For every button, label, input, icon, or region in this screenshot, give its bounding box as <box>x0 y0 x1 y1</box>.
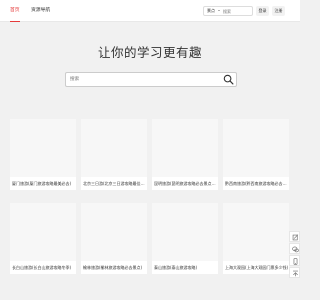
login-button[interactable]: 登录 <box>256 6 269 16</box>
article-thumbnail[interactable] <box>81 119 147 177</box>
back-to-top-button[interactable] <box>289 267 300 278</box>
phone-icon <box>293 258 298 265</box>
article-title[interactable]: 长白山旅游(长白山旅游攻略冬季) <box>12 265 76 271</box>
article-grid: 厦门旅游(厦门旅游攻略最美必去) 北京三日游(北京三日游攻略最佳路线) 昆明旅游… <box>0 115 300 300</box>
article-title[interactable]: 榆林旅游(榆林旅游攻略必去景点) <box>83 265 147 271</box>
edit-icon <box>292 234 299 241</box>
top-icon <box>293 270 298 277</box>
article-card[interactable]: 上海大观园(上海大观园门票多少钱) <box>223 203 289 274</box>
top-search-box: 景点 <box>203 6 253 16</box>
top-navbar: 首页 资源导航 景点 登录 注册 <box>0 0 300 23</box>
article-card[interactable]: 昆明旅游(昆明旅游攻略必去景点排名) <box>152 119 218 190</box>
article-title[interactable]: 泰山旅游(泰山旅游攻略) <box>154 265 218 271</box>
article-card[interactable]: 黔西南旅游(黔西南旅游攻略必去景点) <box>223 119 289 190</box>
article-thumbnail[interactable] <box>152 203 218 261</box>
article-card[interactable]: 榆林旅游(榆林旅游攻略必去景点) <box>81 203 147 274</box>
search-icon[interactable] <box>223 74 234 85</box>
nav-resources[interactable]: 资源导航 <box>31 5 50 17</box>
article-title[interactable]: 上海大观园(上海大观园门票多少钱) <box>225 265 289 271</box>
search-scope-select[interactable]: 景点 <box>207 7 215 15</box>
wechat-button[interactable] <box>289 243 300 254</box>
wechat-icon <box>292 246 299 253</box>
feedback-button[interactable] <box>289 231 300 242</box>
article-thumbnail[interactable] <box>10 203 76 261</box>
article-thumbnail[interactable] <box>223 119 289 177</box>
article-thumbnail[interactable] <box>152 119 218 177</box>
article-thumbnail[interactable] <box>223 203 289 261</box>
hero-search-input[interactable] <box>70 73 220 86</box>
hero-section: 让你的学习更有趣 <box>0 22 300 115</box>
nav-home[interactable]: 首页 <box>10 5 20 23</box>
phone-button[interactable] <box>289 255 300 266</box>
floating-toolbar <box>289 231 300 279</box>
article-thumbnail[interactable] <box>10 119 76 177</box>
article-title[interactable]: 北京三日游(北京三日游攻略最佳路线) <box>83 181 147 187</box>
hero-search-box <box>65 72 237 87</box>
article-thumbnail[interactable] <box>81 203 147 261</box>
hero-title: 让你的学习更有趣 <box>97 45 202 60</box>
article-card[interactable]: 长白山旅游(长白山旅游攻略冬季) <box>10 203 76 274</box>
chevron-down-icon[interactable] <box>218 10 220 11</box>
article-title[interactable]: 昆明旅游(昆明旅游攻略必去景点排名) <box>154 181 218 187</box>
article-card[interactable]: 泰山旅游(泰山旅游攻略) <box>152 203 218 274</box>
article-card[interactable]: 北京三日游(北京三日游攻略最佳路线) <box>81 119 147 190</box>
article-title[interactable]: 黔西南旅游(黔西南旅游攻略必去景点) <box>225 181 289 187</box>
register-button[interactable]: 注册 <box>272 6 285 16</box>
article-card[interactable]: 厦门旅游(厦门旅游攻略最美必去) <box>10 119 76 190</box>
article-title[interactable]: 厦门旅游(厦门旅游攻略最美必去) <box>12 181 76 187</box>
top-search-input[interactable] <box>223 7 251 15</box>
